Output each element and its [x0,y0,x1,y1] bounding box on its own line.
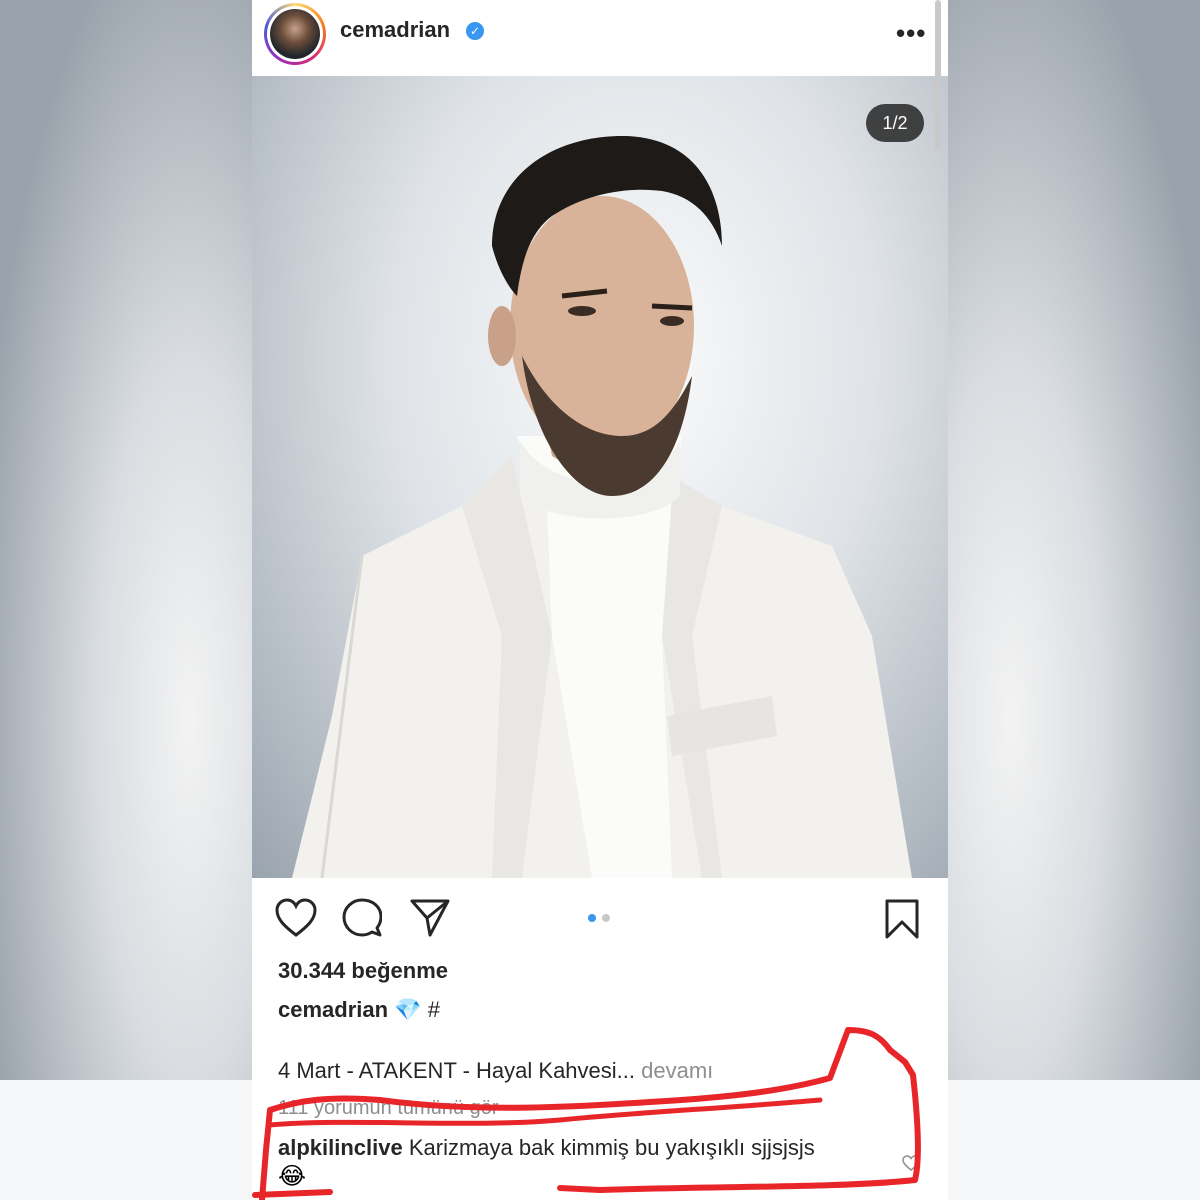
verified-badge-icon: ✓ [466,22,484,40]
comment: alpkilinclive Karizmaya bak kimmiş bu ya… [278,1135,815,1161]
scrollbar[interactable] [935,0,941,150]
action-bar [252,878,948,960]
caption-hashtag[interactable]: # [428,997,440,1022]
comment-text: Karizmaya bak kimmiş bu yakışıklı sjjsjs… [408,1135,815,1160]
post-header: cemadrian ✓ ••• [252,0,948,76]
bookmark-icon[interactable] [884,898,920,940]
caption-text: 4 Mart - ATAKENT - Hayal Kahvesi... deva… [278,1058,713,1084]
comment-bubble-icon[interactable] [342,898,382,938]
background-blur-left [0,0,252,1200]
background-bottom-right [948,1080,1200,1200]
like-count[interactable]: 30.344 beğenme [278,958,448,984]
instagram-post: cemadrian ✓ ••• 1/2 30.344 beğenme cemad… [252,0,948,1200]
carousel-dot-active [588,914,596,922]
carousel-dots [588,914,610,922]
post-photo[interactable]: 1/2 [252,76,948,878]
view-all-comments-link[interactable]: 111 yorumun tümünü gör [278,1097,499,1120]
comment-like-heart-icon[interactable] [902,1155,920,1171]
avatar[interactable] [270,9,320,59]
image-counter: 1/2 [866,104,924,142]
background-bottom-left [0,1080,252,1200]
caption-username[interactable]: cemadrian [278,997,388,1022]
caption-emoji: 💎 [394,997,422,1022]
post-username[interactable]: cemadrian [340,17,450,43]
carousel-dot [602,914,610,922]
background-blur-right [948,0,1200,1200]
caption-more-link[interactable]: devamı [641,1058,713,1083]
paper-plane-icon[interactable] [410,898,450,938]
comment-emoji: 😂 [278,1163,307,1190]
caption: cemadrian 💎 # [278,997,440,1023]
heart-icon[interactable] [274,898,318,938]
portrait-illustration [292,136,912,878]
caption-body: 4 Mart - ATAKENT - Hayal Kahvesi... [278,1058,635,1083]
more-options-icon[interactable]: ••• [896,18,926,49]
comment-username[interactable]: alpkilinclive [278,1135,403,1160]
